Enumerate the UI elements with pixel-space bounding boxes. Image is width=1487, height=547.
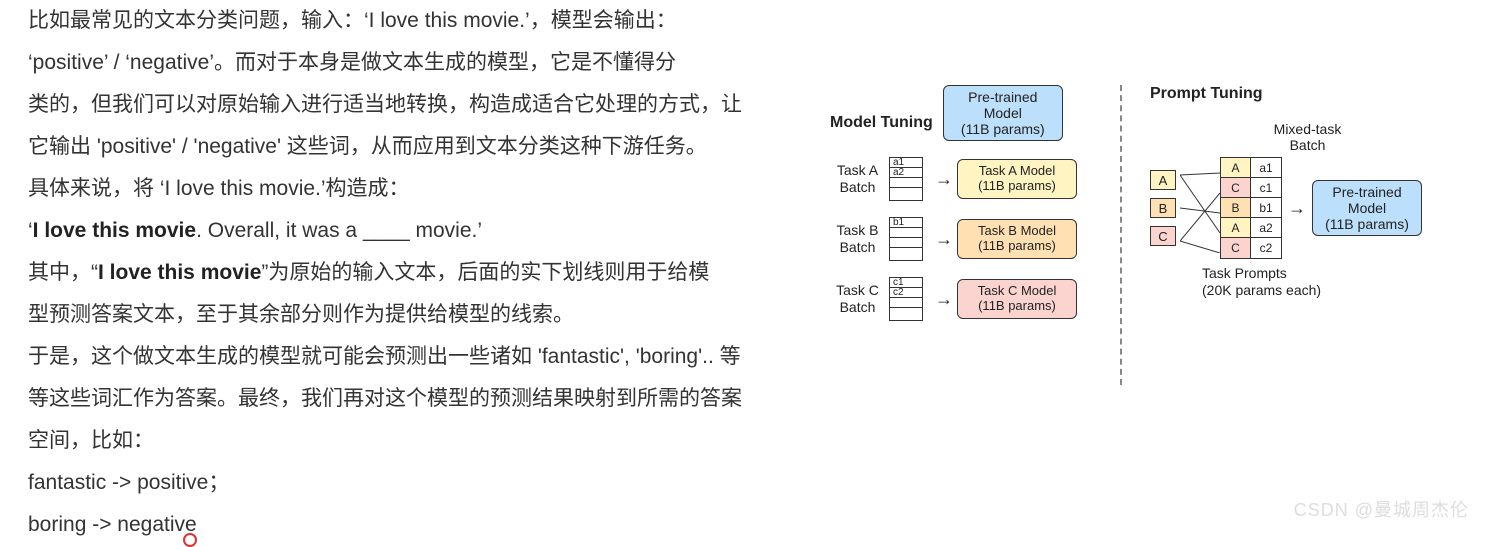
prompt-tuning-panel: Prompt Tuning Mixed-task Batch A B C [1150, 85, 1465, 299]
task-b-l2: Batch [840, 239, 876, 255]
cell [890, 248, 922, 258]
para-5: 具体来说，将 ‘I love this movie.’构造成： [28, 168, 798, 210]
task-a-ml1: Task A Model [979, 164, 1056, 179]
model-tuning-panel: Model Tuning Pre-trained Model (11B para… [830, 85, 1120, 321]
article-text: 比如最常见的文本分类问题，输入：‘I love this movie.’，模型会… [28, 0, 798, 546]
bold-sentence-1: I love this movie [33, 219, 196, 242]
mix-labels: A B C [1150, 170, 1176, 246]
mc: a2 [1251, 218, 1281, 238]
task-a-model-box: Task A Model (11B params) [957, 159, 1077, 199]
mc: B [1221, 198, 1251, 218]
tp-c1: Task Prompts [1202, 265, 1287, 281]
mc: A [1221, 158, 1251, 178]
watermark: CSDN @曼城周杰伦 [1294, 496, 1469, 522]
pt-l3: (11B params) [961, 121, 1045, 137]
bold-sentence-2: I love this movie [98, 261, 261, 284]
task-b-label: Task B Batch [830, 222, 885, 256]
ptm-l1: Pre-trained [1332, 184, 1401, 200]
mc: C [1221, 238, 1251, 258]
pretrained-model-box: Pre-trained Model (11B params) [943, 85, 1063, 141]
task-b-ml1: Task B Model [978, 224, 1056, 239]
task-b-ml2: (11B params) [978, 239, 1056, 254]
task-c-l2: Batch [840, 299, 876, 315]
para-4: 它输出 'positive' / 'negative' 这些词，从而应用到文本分… [28, 126, 798, 168]
cell [890, 238, 922, 248]
mc: a1 [1251, 158, 1281, 178]
mix-label-b: B [1150, 198, 1176, 218]
cell: c2 [890, 288, 922, 298]
task-c-ml2: (11B params) [978, 299, 1056, 314]
task-c-model-box: Task C Model (11B params) [957, 279, 1077, 319]
task-b-l1: Task B [836, 222, 878, 238]
task-c-ml1: Task C Model [978, 284, 1057, 299]
task-a-label: Task A Batch [830, 162, 885, 196]
para-1: 比如最常见的文本分类问题，输入：‘I love this movie.’，模型会… [28, 0, 798, 42]
para-7a: 其中，“ [28, 261, 98, 284]
mc: c1 [1251, 178, 1281, 198]
page: 比如最常见的文本分类问题，输入：‘I love this movie.’，模型会… [0, 0, 1487, 540]
task-c-label: Task C Batch [830, 282, 885, 316]
task-a-batch: a1 a2 [889, 157, 923, 201]
mix-label-a: A [1150, 170, 1176, 190]
pt-pretrained-model-box: Pre-trained Model (11B params) [1312, 180, 1422, 236]
arrow-icon: → [935, 289, 953, 310]
arrow-icon: → [1288, 198, 1306, 219]
para-12: fantastic -> positive； [28, 462, 798, 504]
para-2: ‘positive’ / ‘negative’。而对于本身是做文本生成的模型，它… [28, 42, 798, 84]
para-13-text: boring -> negative [28, 513, 197, 536]
template-tail: . Overall, it was a ____ movie.’ [196, 219, 482, 242]
pt-l1: Pre-trained [968, 89, 1037, 105]
model-tuning-title: Model Tuning [830, 114, 943, 132]
task-prompts-caption: Task Prompts (20K params each) [1202, 265, 1465, 299]
cell: b1 [890, 218, 922, 228]
prompt-tuning-title: Prompt Tuning [1150, 85, 1465, 103]
tp-c2: (20K params each) [1202, 282, 1321, 298]
task-a-l2: Batch [840, 179, 876, 195]
cell [890, 308, 922, 318]
task-c-row: Task C Batch c1 c2 → Task C Model (11B p… [830, 277, 1120, 321]
mc: A [1221, 218, 1251, 238]
mixed-batch-title: Mixed-task Batch [1150, 121, 1465, 153]
ptm-l3: (11B params) [1325, 216, 1409, 232]
para-3: 类的，但我们可以对原始输入进行适当地转换，构造成适合它处理的方式，让 [28, 84, 798, 126]
mixed-row: A B C Aa1 Cc1 Bb1 A [1150, 157, 1465, 259]
cursor-dot-icon [183, 533, 197, 547]
mix-label-c: C [1150, 226, 1176, 246]
task-b-model-box: Task B Model (11B params) [957, 219, 1077, 259]
task-b-batch: b1 [889, 217, 923, 261]
para-11: 空间，比如： [28, 420, 798, 462]
para-7: 其中，“I love this movie”为原始的输入文本，后面的实下划线则用… [28, 252, 798, 294]
mc: C [1221, 178, 1251, 198]
para-6: ‘I love this movie. Overall, it was a __… [28, 210, 798, 252]
task-a-l1: Task A [837, 162, 878, 178]
cell [890, 298, 922, 308]
mix-arrows-icon [1180, 163, 1220, 253]
divider-icon [1120, 85, 1122, 385]
para-8: 型预测答案文本，至于其余部分则作为提供给模型的线索。 [28, 294, 798, 336]
arrow-icon: → [935, 169, 953, 190]
task-a-ml2: (11B params) [978, 179, 1056, 194]
ptm-l2: Model [1348, 200, 1386, 216]
cell [890, 228, 922, 238]
tuning-diagram: Model Tuning Pre-trained Model (11B para… [830, 85, 1470, 321]
pt-l2: Model [984, 105, 1022, 121]
mc: c2 [1251, 238, 1281, 258]
task-a-row: Task A Batch a1 a2 → Task A Model (11B p… [830, 157, 1120, 201]
para-7c: ”为原始的输入文本，后面的实下划线则用于给模 [261, 261, 709, 284]
mixed-batch-table: Aa1 Cc1 Bb1 Aa2 Cc2 [1220, 157, 1282, 259]
task-c-l1: Task C [836, 282, 879, 298]
cell [890, 188, 922, 198]
mc: b1 [1251, 198, 1281, 218]
task-b-row: Task B Batch b1 → Task B Model (11B para… [830, 217, 1120, 261]
task-c-batch: c1 c2 [889, 277, 923, 321]
cell [890, 178, 922, 188]
para-9: 于是，这个做文本生成的模型就可能会预测出一些诸如 'fantastic', 'b… [28, 336, 798, 378]
arrow-icon: → [935, 229, 953, 250]
cell: a2 [890, 168, 922, 178]
para-10: 等这些词汇作为答案。最终，我们再对这个模型的预测结果映射到所需的答案 [28, 378, 798, 420]
